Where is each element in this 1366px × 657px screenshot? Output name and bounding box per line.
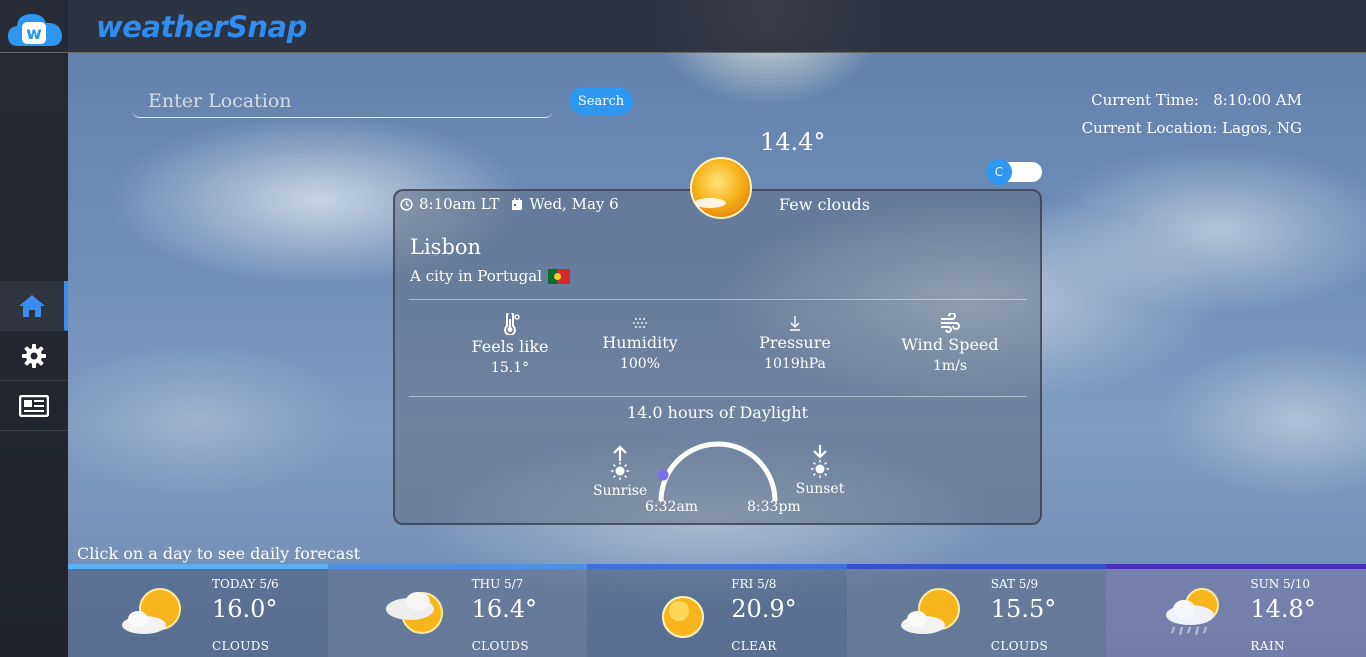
thermometer-icon [504, 313, 520, 335]
forecast-condition: RAIN [1250, 639, 1285, 653]
forecast-condition: CLOUDS [990, 639, 1049, 653]
divider [409, 299, 1027, 300]
weather-card: 8:10am LT Wed, May 6 Few clouds Lisbon A… [393, 189, 1042, 525]
cloudy-sun-icon [900, 588, 960, 634]
card-time-date: 8:10am LT Wed, May 6 [400, 195, 619, 213]
sunrise-block: Sunrise [593, 445, 647, 499]
humidity-label: Humidity [602, 333, 678, 352]
forecast-day[interactable]: THU 5/7 16.4° CLOUDS [327, 564, 588, 657]
forecast-day[interactable]: SUN 5/10 14.8° RAIN [1106, 564, 1366, 657]
wind-speed-value: 1m/s [932, 358, 968, 374]
forecast-day[interactable]: TODAY 5/6 16.0° CLOUDS [68, 564, 328, 657]
stat-feels-like: Feels like 15.1° [445, 313, 575, 376]
brand-title[interactable]: weatherSnap [96, 10, 307, 44]
sidebar-item-news[interactable] [0, 381, 68, 431]
newspaper-icon [19, 394, 49, 417]
current-time-row: Current Time: 8:10:00 AM [1082, 86, 1302, 114]
sunset-label: Sunset [795, 481, 845, 497]
cloudy-sun-icon [385, 592, 443, 634]
pressure-value: 1019hPa [764, 356, 826, 372]
search-button[interactable]: Search [569, 87, 633, 115]
pressure-arrow-icon [790, 316, 800, 331]
current-location-row: Current Location: Lagos, NG [1082, 114, 1302, 142]
divider [409, 396, 1027, 397]
clock-icon [400, 197, 413, 211]
forecast-day[interactable]: FRI 5/8 20.9° CLEAR [587, 564, 847, 657]
current-time-value: 8:10:00 AM [1213, 91, 1302, 109]
forecast-hint: Click on a day to see daily forecast [77, 544, 361, 563]
sidebar-item-home[interactable] [0, 281, 68, 331]
feels-like-label: Feels like [471, 337, 549, 356]
wind-icon [941, 313, 960, 333]
weathersnap-logo-icon[interactable]: w [6, 8, 64, 50]
forecast-date: FRI 5/8 [731, 577, 777, 591]
forecast-temp: 16.4° [471, 595, 538, 623]
sun-icon [662, 596, 705, 638]
city-name: Lisbon [410, 235, 482, 259]
forecast-condition: CLEAR [731, 639, 777, 653]
forecast-temp: 16.0° [212, 595, 278, 623]
forecast-temp: 14.8° [1250, 595, 1316, 623]
feels-like-value: 15.1° [490, 360, 530, 376]
sunset-icon [811, 445, 829, 478]
portugal-flag-icon [548, 268, 571, 284]
current-location-value: Lagos, NG [1222, 119, 1302, 137]
wind-speed-label: Wind Speed [901, 335, 999, 354]
sunrise-icon [611, 445, 629, 480]
current-date: Wed, May 6 [529, 195, 619, 213]
current-info: Current Time: 8:10:00 AM Current Locatio… [1082, 86, 1302, 142]
current-time-label: Current Time: [1091, 91, 1199, 109]
sunrise-time: 6:32am [645, 499, 699, 515]
daylight-arc [657, 441, 778, 501]
forecast-date: SAT 5/9 [990, 577, 1039, 591]
humidity-icon [633, 318, 647, 328]
pressure-label: Pressure [759, 333, 831, 352]
forecast-strip: TODAY 5/6 16.0° CLOUDS THU 5/7 16.4° CLO… [68, 564, 1366, 657]
sun-position-marker [657, 469, 669, 481]
forecast-day[interactable]: SAT 5/9 15.5° CLOUDS [846, 564, 1107, 657]
forecast-temp: 20.9° [731, 595, 797, 623]
country-row: A city in Portugal [410, 267, 571, 285]
unit-toggle-knob[interactable]: C [986, 159, 1012, 185]
logo-letter: w [26, 24, 42, 44]
current-weather-sun-icon [690, 157, 752, 219]
forecast-date: THU 5/7 [471, 577, 524, 591]
local-time: 8:10am LT [419, 195, 500, 213]
humidity-value: 100% [619, 356, 661, 372]
sunset-block: Sunset [793, 443, 847, 497]
forecast-condition: CLOUDS [212, 639, 270, 653]
forecast-date: TODAY 5/6 [212, 577, 279, 591]
main-temperature: 14.4° [760, 128, 826, 156]
stat-humidity: Humidity 100% [575, 315, 705, 372]
cloudy-sun-icon [122, 588, 181, 634]
gear-icon [22, 343, 46, 368]
sidebar-item-settings[interactable] [0, 331, 68, 381]
search-input[interactable] [132, 84, 553, 118]
rain-icon [1166, 588, 1220, 636]
header: w weatherSnap [0, 0, 1366, 53]
stat-wind-speed: Wind Speed 1m/s [885, 313, 1015, 374]
daylight-hours: 14.0 hours of Daylight [626, 403, 809, 422]
unit-toggle[interactable]: C [986, 159, 1042, 185]
forecast-temp: 15.5° [990, 595, 1057, 623]
calendar-icon [512, 197, 523, 210]
sunrise-label: Sunrise [593, 483, 648, 499]
home-icon [19, 294, 45, 317]
current-location-label: Current Location: [1081, 119, 1218, 137]
forecast-condition: CLOUDS [471, 639, 529, 653]
sidebar [0, 53, 68, 657]
sunset-time: 8:33pm [747, 499, 801, 515]
weather-description: Few clouds [779, 195, 870, 214]
forecast-date: SUN 5/10 [1250, 577, 1310, 591]
country-text: A city in Portugal [410, 267, 543, 285]
stat-pressure: Pressure 1019hPa [730, 315, 860, 372]
